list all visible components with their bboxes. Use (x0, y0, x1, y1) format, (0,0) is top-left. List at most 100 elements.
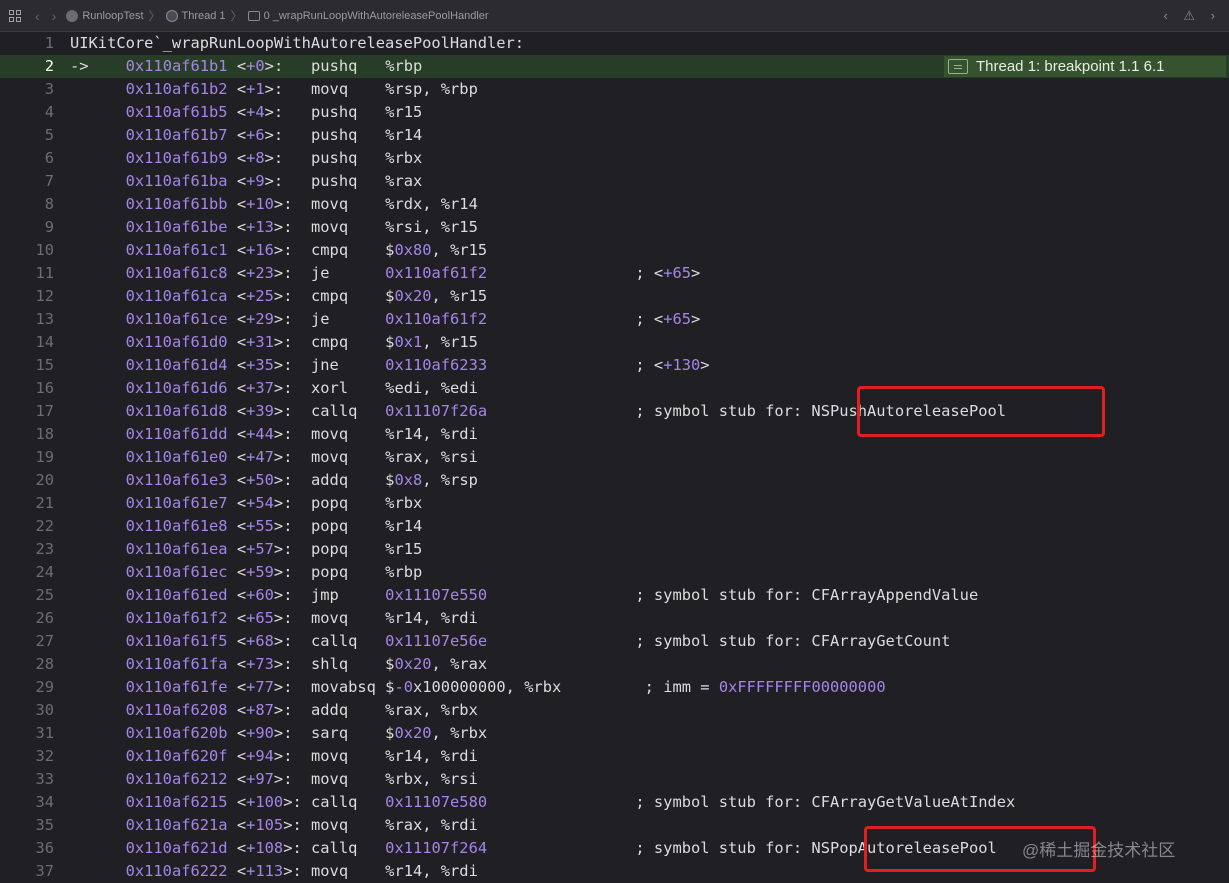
code-line[interactable]: 30 0x110af6208 <+87>: addq %rax, %rbx (0, 699, 1229, 722)
line-number: 23 (35, 540, 54, 558)
code-line[interactable]: 12 0x110af61ca <+25>: cmpq $0x20, %r15 (0, 285, 1229, 308)
instruction-operands: %r14 (385, 126, 423, 144)
issue-navigator-arrows[interactable]: ‹ ⚠ › (1163, 8, 1221, 24)
instruction-address: 0x110af620f (125, 747, 228, 765)
related-items-icon[interactable] (9, 9, 21, 22)
code-line[interactable]: 1 UIKitCore`_wrapRunLoopWithAutoreleasePo… (0, 32, 1229, 55)
instruction-operands: 0x110af6233 (385, 356, 488, 374)
code-line[interactable]: 14 0x110af61d0 <+31>: cmpq $0x1, %r15 (0, 331, 1229, 354)
code-line[interactable]: 15 0x110af61d4 <+35>: jne 0x110af6233 ; … (0, 354, 1229, 377)
instruction-operands: $0x1, %r15 (385, 333, 478, 351)
line-number: 9 (44, 218, 54, 236)
instruction-opcode: movq (311, 770, 349, 788)
line-number: 19 (35, 448, 54, 466)
line-text: 0x110af61d6 <+37>: xorl %edi, %edi (70, 377, 478, 400)
instruction-opcode: jmp (311, 586, 339, 604)
breadcrumb-frame[interactable]: 0 _wrapRunLoopWithAutoreleasePoolHandler (264, 10, 489, 22)
code-line[interactable]: 21 0x110af61e7 <+54>: popq %rbx (0, 492, 1229, 515)
instruction-opcode: movq (311, 816, 349, 834)
line-number: 32 (35, 747, 54, 765)
code-line[interactable]: 27 0x110af61f5 <+68>: callq 0x11107e56e … (0, 630, 1229, 653)
line-text: 0x110af6215 <+100>: callq 0x11107e580 ; … (125, 793, 1016, 811)
line-text: 0x110af61d4 <+35>: jne 0x110af6233 ; <+1… (125, 356, 710, 374)
instruction-operands: %rbx (385, 149, 423, 167)
forward-arrow-icon[interactable]: › (52, 8, 57, 24)
instruction-opcode: popq (311, 517, 349, 535)
instruction-comment: symbol stub for: CFArrayGetValueAtIndex (653, 793, 1016, 811)
code-line[interactable]: 29 0x110af61fe <+77>: movabsq $-0x100000… (0, 676, 1229, 699)
code-line[interactable]: 31 0x110af620b <+90>: sarq $0x20, %rbx (0, 722, 1229, 745)
line-text: 0x110af61e8 <+55>: popq %r14 (70, 515, 423, 538)
instruction-opcode: cmpq (311, 287, 349, 305)
disassembly-view[interactable]: 1 UIKitCore`_wrapRunLoopWithAutoreleasePo… (0, 32, 1229, 883)
instruction-operands: %rsp, %rbp (385, 80, 478, 98)
breadcrumb: RunloopTest 〉 Thread 1 〉 0 _wrapRunLoopW… (66, 7, 489, 24)
code-line[interactable]: 2 -> 0x110af61b1 <+0>: pushq %rbp Thread 1… (0, 55, 1229, 78)
instruction-opcode: movq (311, 448, 349, 466)
instruction-offset: <+90>: (236, 724, 302, 742)
code-line[interactable]: 20 0x110af61e3 <+50>: addq $0x8, %rsp (0, 469, 1229, 492)
instruction-operands: 0x110af61f2 (385, 310, 488, 328)
code-line[interactable]: 19 0x110af61e0 <+47>: movq %rax, %rsi (0, 446, 1229, 469)
instruction-operands: 0x11107e550 (385, 586, 488, 604)
instruction-offset: <+10>: (236, 195, 302, 213)
instruction-comment: symbol stub for: CFArrayGetCount (653, 632, 951, 650)
code-line[interactable]: 33 0x110af6212 <+97>: movq %rbx, %rsi (0, 768, 1229, 791)
instruction-opcode: je (311, 310, 330, 328)
breadcrumb-project[interactable]: RunloopTest (82, 10, 143, 22)
code-line[interactable]: 4 0x110af61b5 <+4>: pushq %r15 (0, 101, 1229, 124)
instruction-offset: <+60>: (236, 586, 302, 604)
code-line[interactable]: 28 0x110af61fa <+73>: shlq $0x20, %rax (0, 653, 1229, 676)
code-line[interactable]: 10 0x110af61c1 <+16>: cmpq $0x80, %r15 (0, 239, 1229, 262)
line-number: 3 (44, 80, 54, 98)
line-number: 1 (44, 34, 54, 52)
watermark: @稀土掘金技术社区 (1022, 841, 1176, 860)
instruction-offset: <+50>: (236, 471, 302, 489)
instruction-operands: %r15 (385, 103, 423, 121)
instruction-opcode: movq (311, 609, 349, 627)
code-line[interactable]: 7 0x110af61ba <+9>: pushq %rax (0, 170, 1229, 193)
back-arrow-icon[interactable]: ‹ (35, 8, 40, 24)
code-line[interactable]: 34 0x110af6215 <+100>: callq 0x11107e580… (0, 791, 1229, 814)
instruction-offset: <+94>: (236, 747, 302, 765)
instruction-operands: %rax, %rsi (385, 448, 478, 466)
app-icon (66, 9, 79, 22)
instruction-offset: <+68>: (236, 632, 302, 650)
instruction-address: 0x110af61c8 (125, 264, 228, 282)
line-number: 8 (44, 195, 54, 213)
code-line[interactable]: 25 0x110af61ed <+60>: jmp 0x11107e550 ; … (0, 584, 1229, 607)
code-line[interactable]: 32 0x110af620f <+94>: movq %r14, %rdi (0, 745, 1229, 768)
line-text: 0x110af61f2 <+65>: movq %r14, %rdi (70, 607, 478, 630)
code-line[interactable]: 9 0x110af61be <+13>: movq %rsi, %r15 (0, 216, 1229, 239)
instruction-address: 0x110af61e0 (125, 448, 228, 466)
code-line[interactable]: 23 0x110af61ea <+57>: popq %r15 (0, 538, 1229, 561)
code-line[interactable]: 8 0x110af61bb <+10>: movq %rdx, %r14 (0, 193, 1229, 216)
instruction-operands: %edi, %edi (385, 379, 478, 397)
code-line[interactable]: 11 0x110af61c8 <+23>: je 0x110af61f2 ; <… (0, 262, 1229, 285)
code-line[interactable]: 5 0x110af61b7 <+6>: pushq %r14 (0, 124, 1229, 147)
code-line[interactable]: 26 0x110af61f2 <+65>: movq %r14, %rdi (0, 607, 1229, 630)
code-line[interactable]: 22 0x110af61e8 <+55>: popq %r14 (0, 515, 1229, 538)
line-text: 0x110af61e7 <+54>: popq %rbx (70, 492, 423, 515)
instruction-offset: <+47>: (236, 448, 302, 466)
pc-arrow: -> (70, 57, 89, 75)
instruction-opcode: popq (311, 494, 349, 512)
instruction-address: 0x110af61d8 (125, 402, 228, 420)
line-text: 0x110af621a <+105>: movq %rax, %rdi (70, 814, 478, 837)
code-line[interactable]: 3 0x110af61b2 <+1>: movq %rsp, %rbp (0, 78, 1229, 101)
instruction-operands: %rsi, %r15 (385, 218, 478, 236)
instruction-address: 0x110af61ec (125, 563, 228, 581)
line-number: 37 (35, 862, 54, 880)
line-number: 2 (44, 57, 54, 75)
line-number: 21 (35, 494, 54, 512)
instruction-operands: 0x11107e580 (385, 793, 488, 811)
line-number: 6 (44, 149, 54, 167)
code-line[interactable]: 24 0x110af61ec <+59>: popq %rbp (0, 561, 1229, 584)
instruction-address: 0x110af61d0 (125, 333, 228, 351)
code-line[interactable]: 13 0x110af61ce <+29>: je 0x110af61f2 ; <… (0, 308, 1229, 331)
breadcrumb-thread[interactable]: Thread 1 (182, 10, 226, 22)
instruction-opcode: callq (311, 402, 358, 420)
instruction-offset: <+0>: (236, 57, 302, 75)
code-line[interactable]: 6 0x110af61b9 <+8>: pushq %rbx (0, 147, 1229, 170)
line-text: 0x110af61b9 <+8>: pushq %rbx (70, 147, 423, 170)
